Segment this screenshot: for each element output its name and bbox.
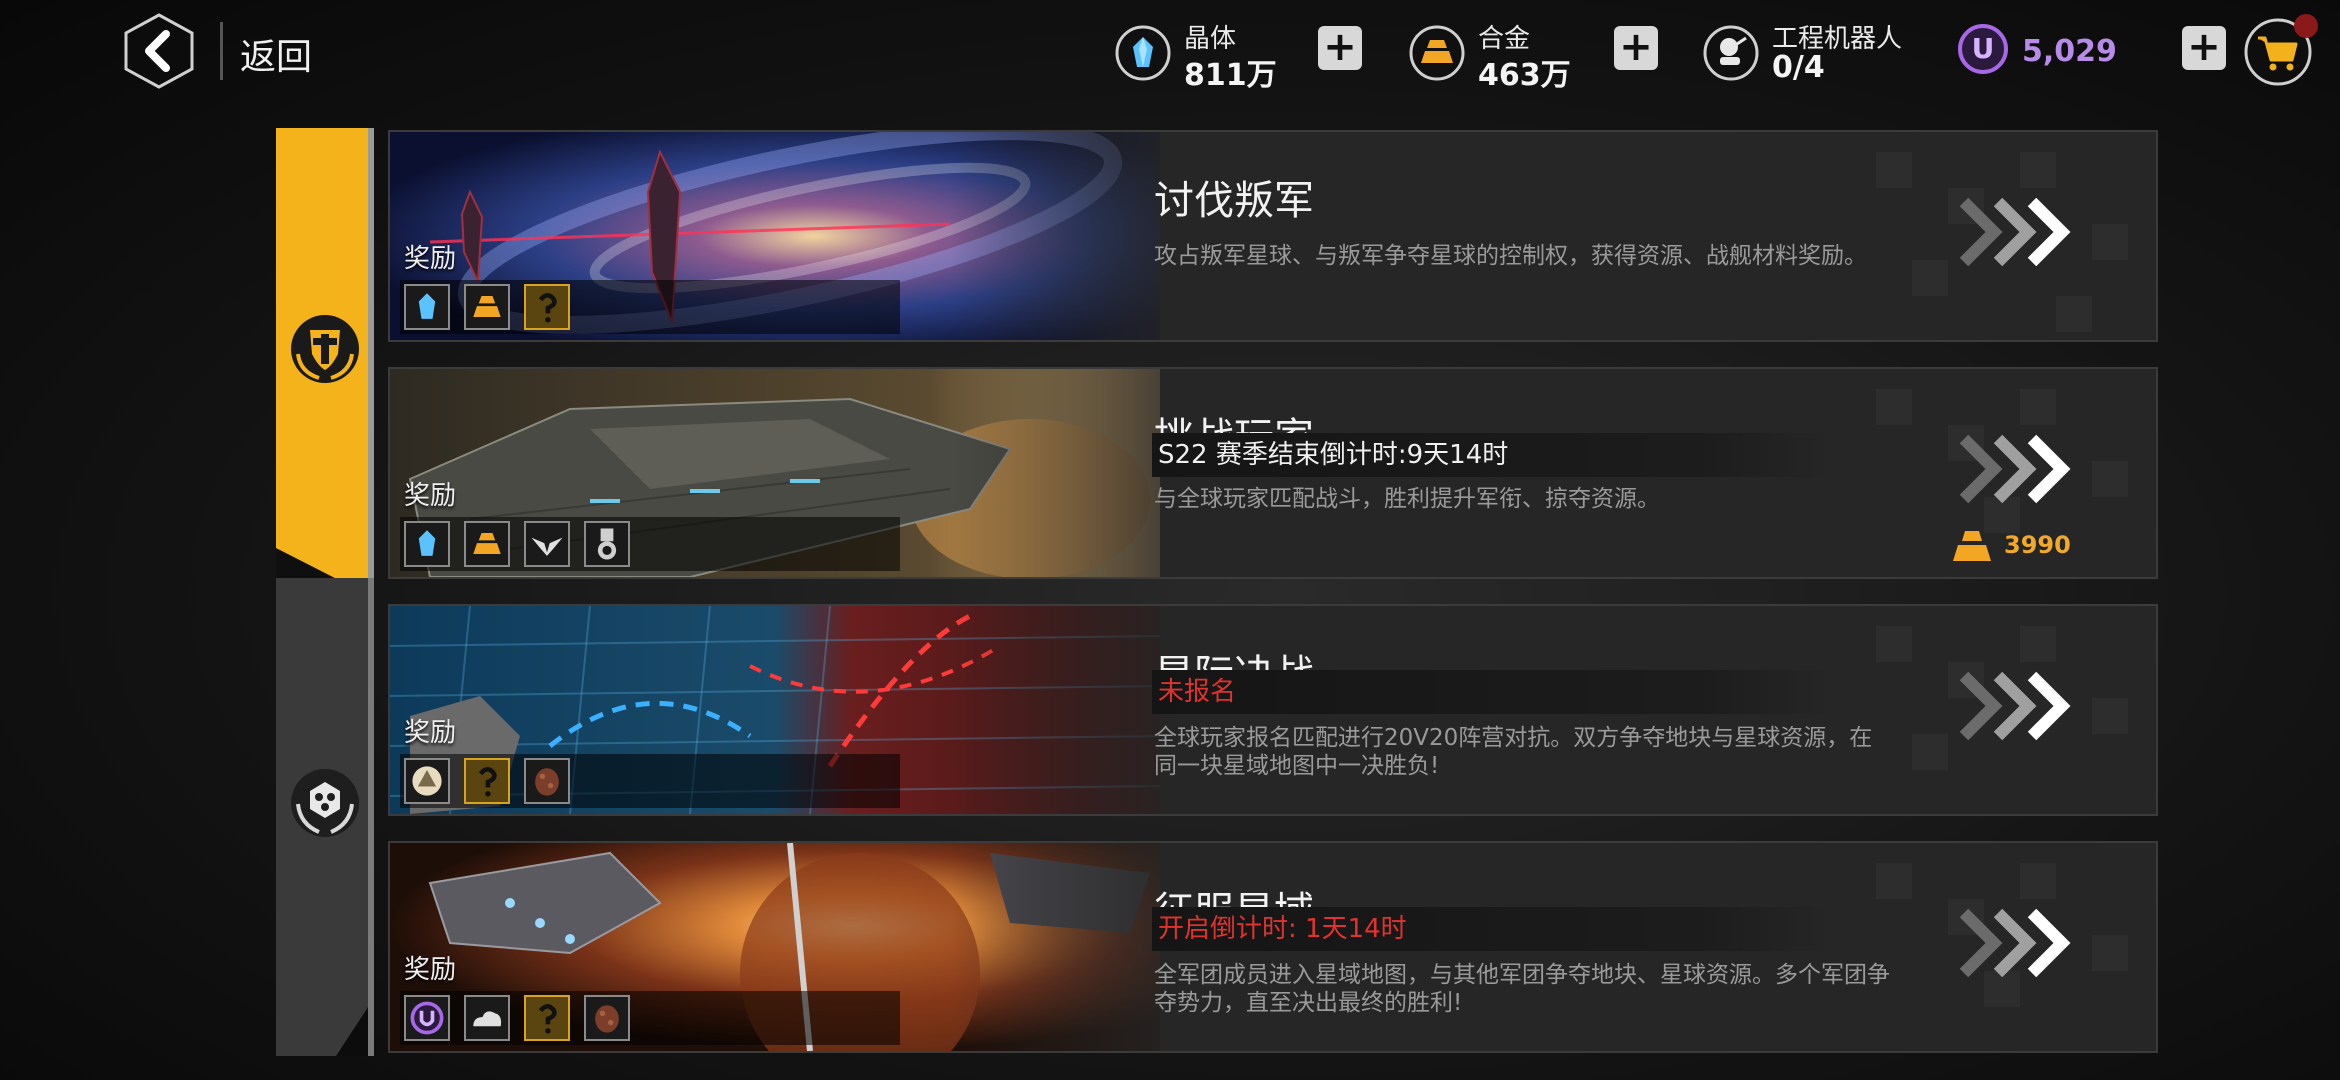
back-icon[interactable] xyxy=(120,12,198,90)
blueprint-icon xyxy=(524,284,570,330)
top-bar: 返回 晶体 811万 + 合金 463万 + 工程机器人 0/4 U 5,029… xyxy=(0,0,2340,110)
alloy-resource: 合金 463万 xyxy=(1408,18,1578,93)
chevron-right-icon[interactable] xyxy=(1958,192,2088,272)
blueprint-icon xyxy=(524,995,570,1041)
credit-value: 5,029 xyxy=(2022,34,2117,69)
open-countdown: 开启倒计时: 1天14时 xyxy=(1152,907,1832,951)
mode-card-interstellar[interactable]: 奖励 星际决战 未报名 全球玩家报名匹配进行20V20阵营对抗。双方争夺地块与星… xyxy=(388,604,2158,816)
add-crystal-button[interactable]: + xyxy=(1318,26,1362,70)
alloy-icon xyxy=(464,521,510,567)
mode-card-rebels[interactable]: 奖励 讨伐叛军 攻占叛军星球、与叛军争夺星球的控制权，获得资源、战舰材料奖励。 xyxy=(388,130,2158,342)
season-countdown: S22 赛季结束倒计时:9天14时 xyxy=(1152,433,1832,477)
reward-label: 奖励 xyxy=(404,955,457,985)
mode-description: 攻占叛军星球、与叛军争夺星球的控制权，获得资源、战舰材料奖励。 xyxy=(1154,243,1867,269)
alloy-value: 463万 xyxy=(1478,58,1571,93)
crystal-icon xyxy=(404,284,450,330)
alloy-icon xyxy=(1953,531,1991,561)
reward-label: 奖励 xyxy=(404,481,457,511)
mode-card-pvp[interactable]: 奖励 挑战玩家 S22 赛季结束倒计时:9天14时 与全球玩家匹配战斗，胜利提升… xyxy=(388,367,2158,579)
wings-icon xyxy=(524,521,570,567)
credit-icon xyxy=(404,995,450,1041)
shield-laurel-icon xyxy=(291,315,359,383)
back-button[interactable]: 返回 xyxy=(240,28,312,80)
chevron-right-icon[interactable] xyxy=(1958,429,2088,509)
add-credit-button[interactable]: + xyxy=(2182,26,2226,70)
credit-icon: U xyxy=(1958,24,2008,74)
hexagon-laurel-icon xyxy=(291,769,359,837)
art-fade xyxy=(950,132,1210,340)
ore-icon xyxy=(584,995,630,1041)
chevron-right-icon[interactable] xyxy=(1958,903,2088,983)
emblem-icon xyxy=(404,758,450,804)
mode-description: 全军团成员进入星域地图，与其他军团争夺地块、星球资源。多个军团争夺势力，直至决出… xyxy=(1154,962,1890,1016)
crystal-resource: 晶体 811万 xyxy=(1114,18,1284,93)
robot-value: 0/4 xyxy=(1772,50,1825,85)
registration-status: 未报名 xyxy=(1152,670,1832,714)
crystal-value: 811万 xyxy=(1184,58,1277,93)
add-alloy-button[interactable]: + xyxy=(1614,26,1658,70)
medal-icon xyxy=(584,521,630,567)
back-separator xyxy=(220,22,223,80)
robot-resource: 工程机器人 0/4 xyxy=(1702,18,1932,88)
alloy-icon xyxy=(464,284,510,330)
alloy-cost-value: 3990 xyxy=(2004,531,2071,559)
crystal-icon xyxy=(1115,25,1171,81)
mode-title: 讨伐叛军 xyxy=(1154,178,1314,224)
alloy-icon xyxy=(1409,25,1465,81)
mode-description: 全球玩家报名匹配进行20V20阵营对抗。双方争夺地块与星球资源，在同一块星域地图… xyxy=(1154,725,1873,779)
reward-label: 奖励 xyxy=(404,244,457,274)
notification-dot xyxy=(2294,14,2318,38)
crystal-icon xyxy=(404,521,450,567)
blueprint-icon xyxy=(464,758,510,804)
chevron-right-icon[interactable] xyxy=(1958,666,2088,746)
mode-description: 与全球玩家匹配战斗，胜利提升军衔、掠夺资源。 xyxy=(1154,486,1660,512)
cloud-icon xyxy=(464,995,510,1041)
ore-icon xyxy=(524,758,570,804)
robot-icon xyxy=(1703,25,1759,81)
mode-card-conquest[interactable]: 奖励 征服星域 开启倒计时: 1天14时 全军团成员进入星域地图，与其他军团争夺… xyxy=(388,841,2158,1053)
reward-label: 奖励 xyxy=(404,718,457,748)
